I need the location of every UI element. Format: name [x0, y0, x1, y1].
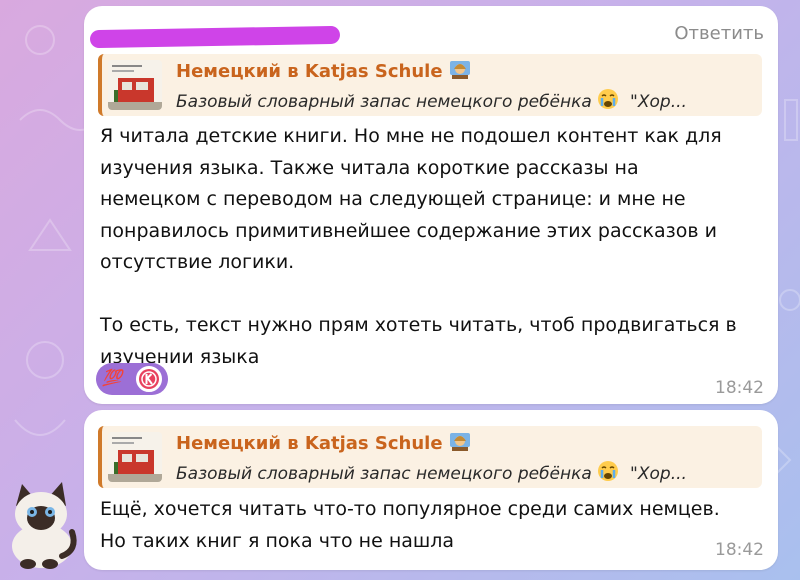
quote-preview-text: Базовый словарный запас немецкого ребёнк…: [176, 88, 687, 115]
reactor-avatar: [136, 366, 162, 392]
message-timestamp: 18:42: [715, 378, 764, 398]
quote-preview-main: Базовый словарный запас немецкого ребёнк…: [176, 92, 592, 112]
quote-channel-title: Немецкий в Katjas Schule: [176, 60, 471, 85]
quote-thumbnail: [108, 60, 162, 110]
reply-quote[interactable]: Немецкий в Katjas Schule Базовый словарн…: [98, 426, 762, 488]
teacher-emoji-icon: [449, 432, 471, 457]
reactor-avatar-icon: [139, 369, 159, 389]
quote-title-text: Немецкий в Katjas Schule: [176, 61, 443, 82]
message-text: Ещё, хочется читать что-то популярное ср…: [100, 498, 720, 552]
quote-preview-tail: "Хор...: [630, 464, 687, 484]
reply-quote[interactable]: Немецкий в Katjas Schule Базовый словарн…: [98, 54, 762, 116]
sender-avatar-cat[interactable]: [2, 478, 80, 570]
message-timestamp: 18:42: [715, 540, 764, 560]
quote-title-text: Немецкий в Katjas Schule: [176, 433, 443, 454]
redacted-sender-name: [89, 25, 341, 49]
message-bubble[interactable]: Ответить Немецкий в Katjas Schule Базовы…: [84, 6, 778, 404]
crying-face-icon: [597, 460, 619, 487]
quote-preview-text: Базовый словарный запас немецкого ребёнк…: [176, 460, 687, 487]
hundred-points-emoji: 💯: [102, 368, 122, 387]
quote-thumbnail: [108, 432, 162, 482]
message-text: Я читала детские книги. Но мне не подоше…: [100, 125, 737, 368]
teacher-emoji-icon: [449, 60, 471, 85]
reply-button[interactable]: Ответить: [674, 23, 764, 44]
quote-preview-main: Базовый словарный запас немецкого ребёнк…: [176, 464, 592, 484]
quote-channel-title: Немецкий в Katjas Schule: [176, 432, 471, 457]
message-bubble[interactable]: Немецкий в Katjas Schule Базовый словарн…: [84, 410, 778, 570]
crying-face-icon: [597, 88, 619, 115]
quote-preview-tail: "Хор...: [630, 92, 687, 112]
reaction-chip[interactable]: 💯: [96, 363, 168, 395]
